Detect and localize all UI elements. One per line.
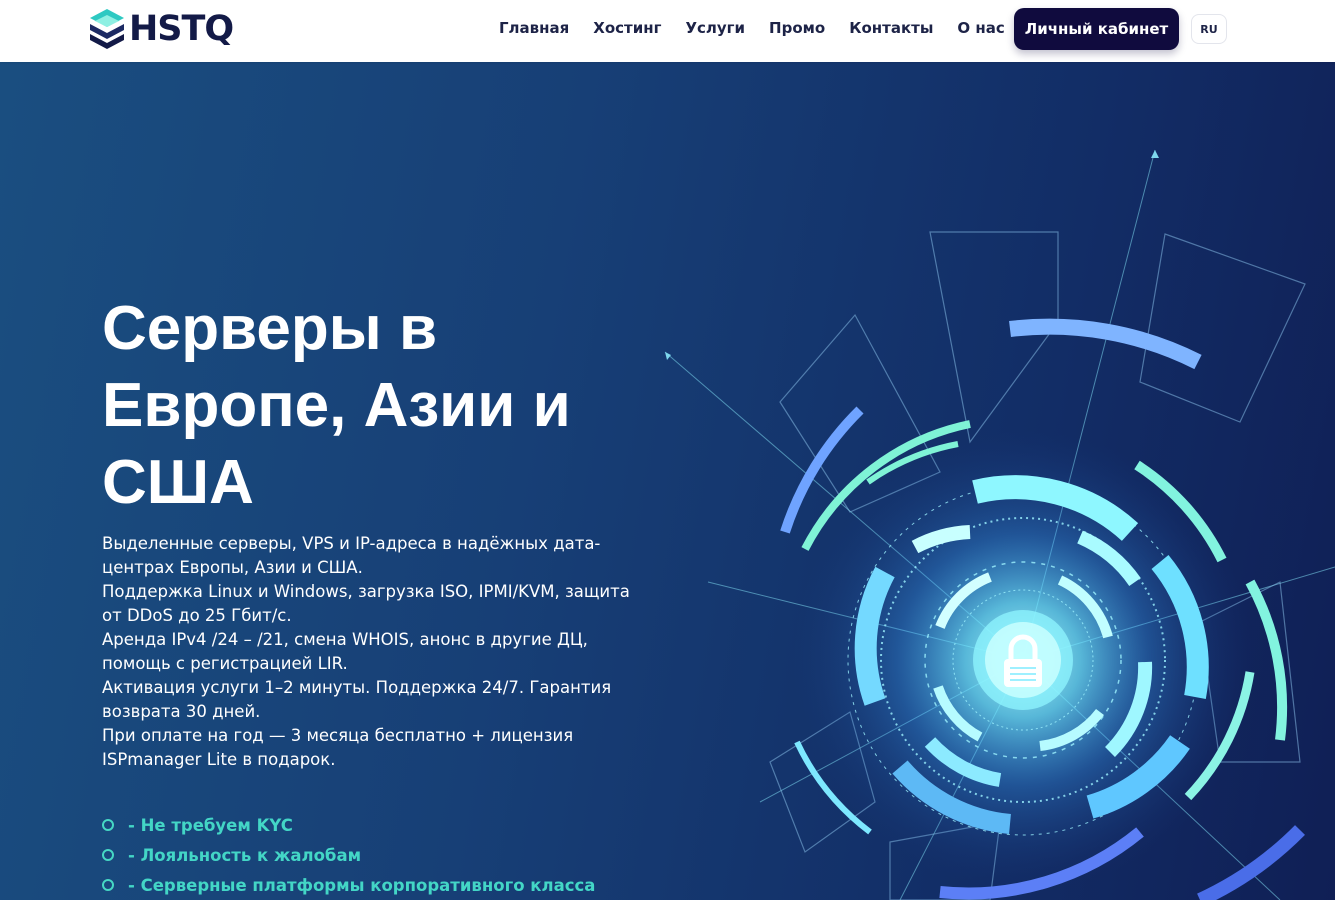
nav-item-hosting[interactable]: Хостинг	[593, 18, 661, 38]
hero-section: Серверы в Европе, Азии и США Выделенные …	[0, 62, 1335, 900]
feature-text: - Не требуем KYC	[128, 815, 293, 835]
hero-description-line: Активация услуги 1–2 минуты. Поддержка 2…	[102, 678, 612, 721]
nav-item-about[interactable]: О нас	[957, 18, 1004, 38]
nav-item-home[interactable]: Главная	[499, 18, 569, 38]
feature-item: - Серверные платформы корпоративного кла…	[102, 870, 595, 900]
circle-bullet-icon	[102, 879, 114, 891]
hero-description-line: Аренда IPv4 /24 – /21, смена WHOIS, анон…	[102, 630, 588, 673]
main-nav: Главная Хостинг Услуги Промо Контакты О …	[499, 18, 1005, 38]
logo-text: HSTQ	[129, 9, 234, 49]
site-header: HSTQ Главная Хостинг Услуги Промо Контак…	[0, 0, 1335, 62]
feature-item: - Лояльность к жалобам	[102, 840, 595, 870]
circle-bullet-icon	[102, 849, 114, 861]
nav-item-services[interactable]: Услуги	[685, 18, 745, 38]
circle-bullet-icon	[102, 819, 114, 831]
feature-text: - Серверные платформы корпоративного кла…	[128, 875, 596, 895]
hero-description-line: Поддержка Linux и Windows, загрузка ISO,…	[102, 582, 630, 625]
hero-description-line: Выделенные серверы, VPS и IP-адреса в на…	[102, 534, 601, 577]
language-switch-button[interactable]: RU	[1191, 14, 1227, 44]
logo-icon	[90, 9, 124, 49]
hero-description-line: При оплате на год — 3 месяца бесплатно +…	[102, 726, 574, 769]
logo[interactable]: HSTQ	[88, 6, 234, 52]
nav-item-promo[interactable]: Промо	[769, 18, 825, 38]
nav-item-contacts[interactable]: Контакты	[849, 18, 933, 38]
feature-text: - Лояльность к жалобам	[128, 845, 362, 865]
server-security-illustration	[664, 149, 1335, 900]
hero-title: Серверы в Европе, Азии и США	[102, 294, 571, 517]
hero-description: Выделенные серверы, VPS и IP-адреса в на…	[102, 532, 642, 772]
feature-item: - Не требуем KYC	[102, 810, 595, 840]
personal-cabinet-button[interactable]: Личный кабинет	[1014, 8, 1179, 50]
feature-list: - Не требуем KYC - Лояльность к жалобам …	[102, 810, 595, 900]
